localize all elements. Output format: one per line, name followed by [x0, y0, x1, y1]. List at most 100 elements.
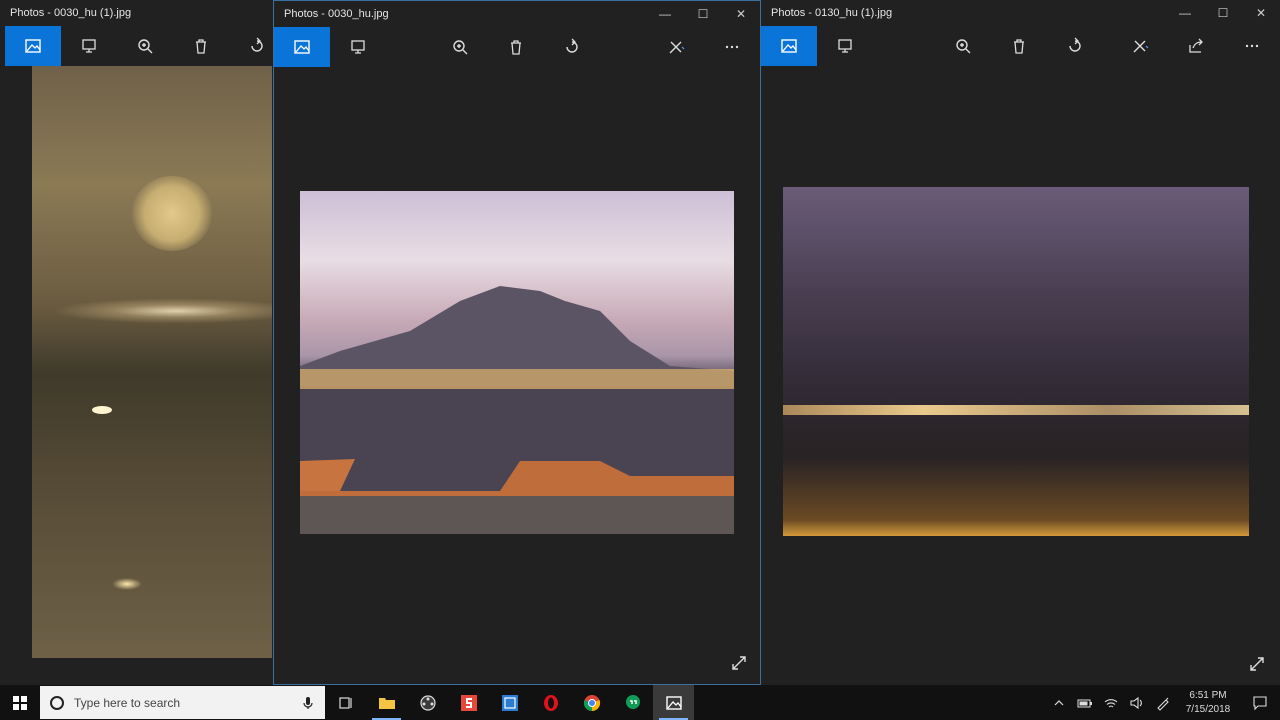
edit-icon — [1133, 40, 1149, 53]
action-center-button[interactable] — [1240, 685, 1280, 720]
more-icon — [1245, 44, 1259, 48]
show-hidden-icons-button[interactable] — [1046, 685, 1072, 720]
close-button[interactable]: ✕ — [1242, 0, 1280, 26]
folder-icon — [378, 697, 395, 709]
more-button[interactable] — [1224, 26, 1280, 66]
rotate-icon — [1069, 37, 1081, 52]
battery-icon — [1077, 699, 1092, 707]
volume-button[interactable] — [1124, 685, 1150, 720]
film-reel-icon — [419, 694, 436, 711]
opera-icon — [543, 694, 558, 711]
rotate-button[interactable] — [544, 27, 600, 67]
start-button[interactable] — [0, 685, 40, 720]
more-button[interactable] — [704, 27, 760, 67]
microphone-icon[interactable] — [301, 696, 315, 710]
close-button[interactable]: ✕ — [722, 1, 760, 27]
toolbar — [761, 26, 1280, 66]
photo-center — [300, 191, 734, 534]
delete-button[interactable] — [991, 26, 1047, 66]
battery-button[interactable] — [1072, 685, 1098, 720]
network-button[interactable] — [1098, 685, 1124, 720]
taskbar-app-photos[interactable] — [653, 685, 694, 720]
share-button[interactable] — [1168, 26, 1224, 66]
share-icon — [1189, 38, 1203, 53]
minimize-button[interactable]: — — [646, 1, 684, 27]
rotate-button[interactable] — [229, 26, 275, 66]
delete-button[interactable] — [488, 27, 544, 67]
slideshow-button[interactable] — [817, 26, 873, 66]
cortana-icon — [50, 695, 64, 710]
photos-window-right: Photos - 0130_hu (1).jpg — ☐ ✕ — [761, 0, 1280, 685]
speaker-icon — [1130, 696, 1142, 709]
fullscreen-expand-button[interactable] — [730, 654, 748, 672]
pen-icon — [1157, 697, 1169, 711]
slideshow-icon — [838, 39, 852, 53]
zoom-icon — [956, 39, 971, 54]
taskbar-app-file-explorer[interactable] — [366, 685, 407, 720]
view-image-button[interactable] — [5, 26, 61, 66]
notification-icon — [1253, 695, 1267, 710]
maximize-button[interactable]: ☐ — [1204, 0, 1242, 26]
slideshow-button[interactable] — [330, 27, 386, 67]
zoom-button[interactable] — [935, 26, 991, 66]
taskbar-search-box[interactable]: Type here to search — [40, 686, 325, 719]
zoom-button[interactable] — [432, 27, 488, 67]
s-app-icon — [460, 694, 477, 711]
hangouts-icon — [625, 694, 640, 709]
clock[interactable]: 6:51 PM 7/15/2018 — [1176, 689, 1240, 717]
minimize-button[interactable]: — — [1166, 0, 1204, 26]
taskbar-app-media[interactable] — [407, 685, 448, 720]
edit-create-button[interactable] — [1112, 26, 1168, 66]
wifi-icon — [1104, 698, 1118, 707]
slideshow-icon — [351, 40, 365, 54]
trash-icon — [1014, 39, 1024, 54]
pen-workspace-button[interactable] — [1150, 685, 1176, 720]
slideshow-icon — [82, 39, 96, 53]
blue-app-icon — [501, 694, 518, 711]
taskbar-app-s[interactable] — [448, 685, 489, 720]
photos-window-center: Photos - 0030_hu.jpg — ☐ ✕ — [273, 0, 761, 685]
search-placeholder: Type here to search — [74, 695, 181, 710]
taskbar-app-blue[interactable] — [489, 685, 530, 720]
taskbar-app-chrome[interactable] — [571, 685, 612, 720]
expand-icon — [732, 656, 746, 670]
zoom-button[interactable] — [117, 26, 173, 66]
task-view-icon — [338, 696, 352, 709]
expand-icon — [1250, 657, 1264, 671]
trash-icon — [511, 40, 521, 55]
window-controls: — ☐ ✕ — [646, 1, 760, 27]
image-icon — [294, 40, 310, 54]
clock-date: 7/15/2018 — [1185, 703, 1231, 715]
taskbar-app-opera[interactable] — [530, 685, 571, 720]
window-title: Photos - 0030_hu.jpg — [284, 8, 389, 20]
moon-glow — [132, 176, 212, 251]
image-icon — [25, 39, 41, 53]
slideshow-button[interactable] — [61, 26, 117, 66]
reflection-lights — [112, 578, 142, 590]
view-image-button[interactable] — [274, 27, 330, 67]
fullscreen-expand-button[interactable] — [1248, 655, 1266, 673]
rotate-icon — [566, 38, 578, 53]
chevron-up-icon — [1054, 699, 1064, 705]
rotate-icon — [251, 37, 263, 52]
maximize-button[interactable]: ☐ — [684, 1, 722, 27]
task-view-button[interactable] — [325, 685, 366, 720]
shore-lights — [783, 405, 1249, 415]
taskbar-app-hangouts[interactable] — [612, 685, 653, 720]
edit-create-button[interactable] — [648, 27, 704, 67]
zoom-icon — [138, 39, 153, 54]
photos-window-left: Photos - 0030_hu (1).jpg — [0, 0, 275, 685]
delete-button[interactable] — [173, 26, 229, 66]
more-icon — [725, 45, 739, 49]
rotate-button[interactable] — [1047, 26, 1103, 66]
chrome-icon — [583, 694, 600, 711]
window-title-bar[interactable]: Photos - 0030_hu (1).jpg — [0, 0, 275, 26]
view-image-button[interactable] — [761, 26, 817, 66]
trash-icon — [196, 39, 206, 54]
toolbar — [274, 27, 760, 67]
windows-logo-icon — [13, 695, 27, 710]
toolbar — [0, 26, 275, 66]
window-title: Photos - 0130_hu (1).jpg — [771, 7, 893, 19]
window-controls: — ☐ ✕ — [1166, 0, 1280, 26]
foreground-glow — [783, 457, 1249, 536]
